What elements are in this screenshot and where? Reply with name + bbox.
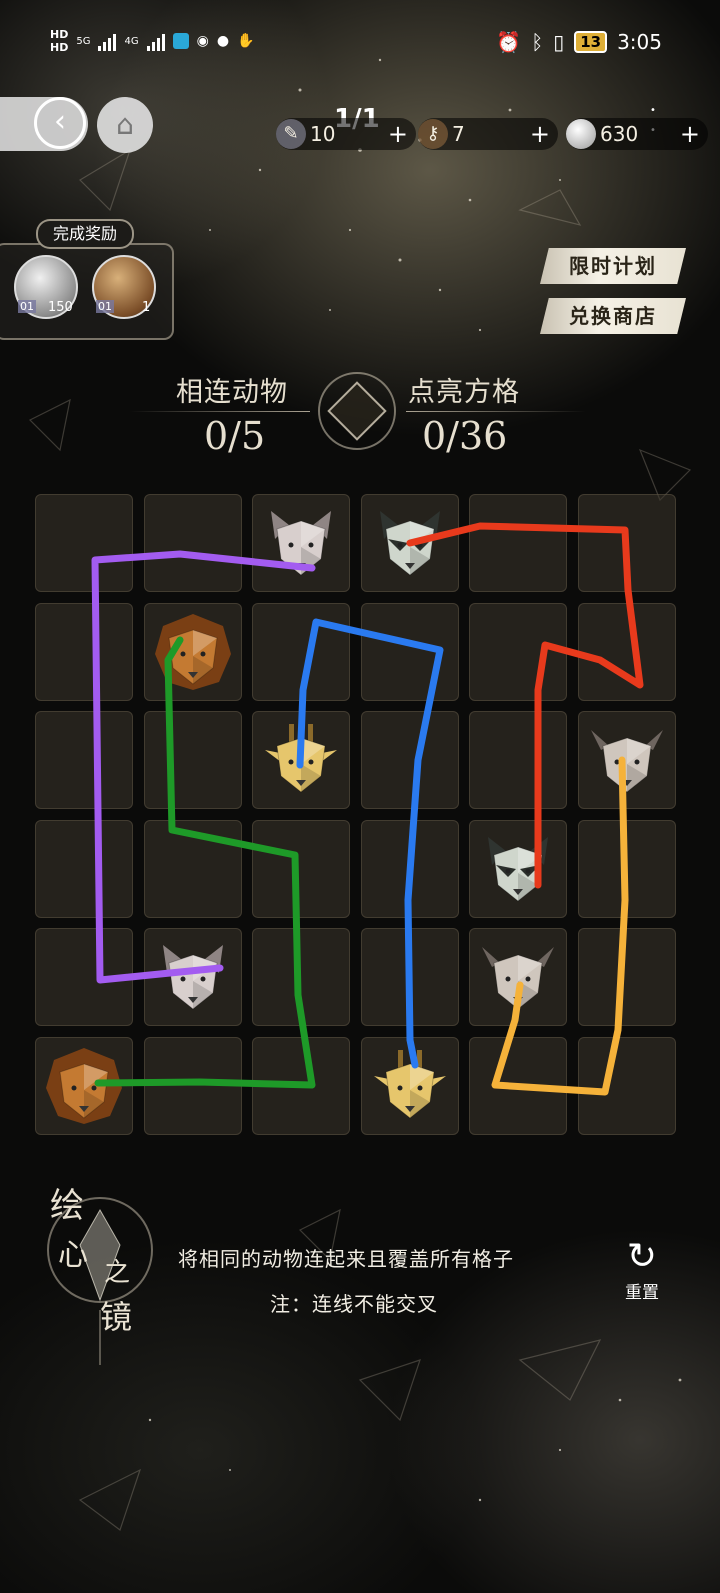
reward-key-tag: 01: [96, 300, 114, 313]
grid-cell[interactable]: [143, 711, 242, 809]
grid-cell[interactable]: [360, 819, 459, 918]
reward-coin-count: 150: [48, 300, 73, 315]
rule-note-text: 注：连线不能交叉: [270, 1292, 438, 1316]
grid-cell[interactable]: [35, 819, 133, 918]
raccoon-icon[interactable]: [370, 503, 450, 583]
grid-cell[interactable]: [143, 494, 242, 592]
limited-plan-button[interactable]: 限时计划: [540, 248, 686, 284]
grid-cell[interactable]: [469, 494, 567, 592]
connected-animals-label: 相连动物: [176, 377, 288, 408]
grid-cell[interactable]: [577, 602, 676, 701]
resource-coin-value: 630: [600, 122, 639, 146]
completion-reward-title: 完成奖励: [36, 219, 134, 249]
puzzle-grid[interactable]: [35, 494, 685, 1135]
key-icon: ⚷: [418, 119, 448, 149]
grid-cell[interactable]: [360, 602, 459, 701]
weibo-icon: ◉: [196, 33, 209, 49]
clock-time: 3:05: [617, 30, 662, 54]
alarm-icon: ⏰: [496, 30, 522, 54]
bull-icon[interactable]: [478, 937, 558, 1017]
add-key-button[interactable]: +: [530, 120, 550, 148]
instruction-text: 将相同的动物连起来且覆盖所有格子: [178, 1247, 514, 1271]
vibrate-icon: ▯: [553, 30, 565, 54]
hd-badges: HD HD: [50, 28, 68, 54]
grid-cell[interactable]: [35, 928, 133, 1026]
lion-icon[interactable]: [153, 612, 233, 692]
logo-char-3: 之: [104, 1258, 131, 1288]
cat-icon[interactable]: [153, 937, 233, 1017]
grid-cell[interactable]: [577, 819, 676, 918]
resource-key-value: 7: [452, 122, 465, 146]
back-icon[interactable]: ‹: [34, 97, 86, 149]
grid-cell[interactable]: [143, 1036, 242, 1135]
grid-cell[interactable]: [577, 928, 676, 1026]
connected-animals-value: 0/5: [204, 414, 266, 458]
bluetooth-icon: ᛒ: [531, 30, 544, 54]
add-paint-button[interactable]: +: [388, 120, 408, 148]
cat-icon[interactable]: [261, 503, 341, 583]
lit-cells-value: 0/36: [422, 414, 508, 458]
reset-button[interactable]: ↻ 重置: [612, 1238, 672, 1308]
resource-coin: 630 +: [566, 118, 708, 150]
grid-cell[interactable]: [469, 711, 567, 809]
grid-cell[interactable]: [360, 928, 459, 1026]
resource-paint: ✎ 10 +: [276, 118, 416, 150]
status-left: HD HD 5G 4G ◉ ● ✋: [50, 28, 254, 54]
add-coin-button[interactable]: +: [680, 120, 700, 148]
network-5g-label: 5G: [76, 35, 91, 47]
grid-cell[interactable]: [35, 602, 133, 701]
logo-char-1: 绘: [50, 1186, 84, 1226]
glove-icon: ✋: [237, 33, 255, 49]
lit-cells-label: 点亮方格: [408, 377, 520, 408]
hd-badge-1: HD: [50, 28, 69, 41]
bull-icon[interactable]: [587, 720, 667, 800]
grid-cell[interactable]: [35, 711, 133, 809]
grid-cell[interactable]: [577, 1036, 676, 1135]
grid-cell[interactable]: [360, 711, 459, 809]
grid-cell[interactable]: [252, 819, 350, 918]
reset-icon: ↻: [626, 1236, 658, 1277]
exchange-shop-button[interactable]: 兑换商店: [540, 298, 686, 334]
hd-badge-2: HD: [50, 41, 69, 54]
grid-cell[interactable]: [469, 602, 567, 701]
grid-cell[interactable]: [252, 602, 350, 701]
status-right: ⏰ ᛒ ▯ 13 3:05: [496, 30, 662, 54]
score-divider-right: [406, 411, 586, 412]
score-divider-left: [130, 411, 310, 412]
battery-icon: 13: [574, 31, 608, 53]
resource-paint-value: 10: [310, 122, 336, 146]
resource-key: ⚷ 7 +: [418, 118, 558, 150]
giraffe-icon[interactable]: [370, 1046, 450, 1126]
network-4g-label: 4G: [124, 35, 139, 47]
grid-cell[interactable]: [35, 494, 133, 592]
signal-icon-1: [98, 31, 117, 51]
home-icon[interactable]: ⌂: [97, 97, 153, 153]
grid-cell[interactable]: [252, 1036, 350, 1135]
status-bar: HD HD 5G 4G ◉ ● ✋ ⏰ ᛒ ▯ 13 3:05: [0, 0, 720, 84]
grid-cell[interactable]: [252, 928, 350, 1026]
grid-cell[interactable]: [143, 819, 242, 918]
lion-icon[interactable]: [44, 1046, 124, 1126]
app-notification-icon: [172, 33, 189, 49]
coin-icon: [566, 119, 596, 149]
reward-coin-tag: 01: [18, 300, 36, 313]
raccoon-icon[interactable]: [478, 829, 558, 909]
grid-cell[interactable]: [469, 1036, 567, 1135]
logo-char-2: 心: [58, 1238, 88, 1273]
reset-label: 重置: [625, 1283, 659, 1303]
chat-icon: ●: [216, 33, 230, 49]
signal-icon-2: [146, 31, 165, 51]
giraffe-icon[interactable]: [261, 720, 341, 800]
logo-char-4: 镜: [100, 1298, 133, 1336]
paint-brush-icon: ✎: [276, 119, 306, 149]
grid-cell[interactable]: [577, 494, 676, 592]
reward-key-count: 1: [142, 300, 151, 315]
